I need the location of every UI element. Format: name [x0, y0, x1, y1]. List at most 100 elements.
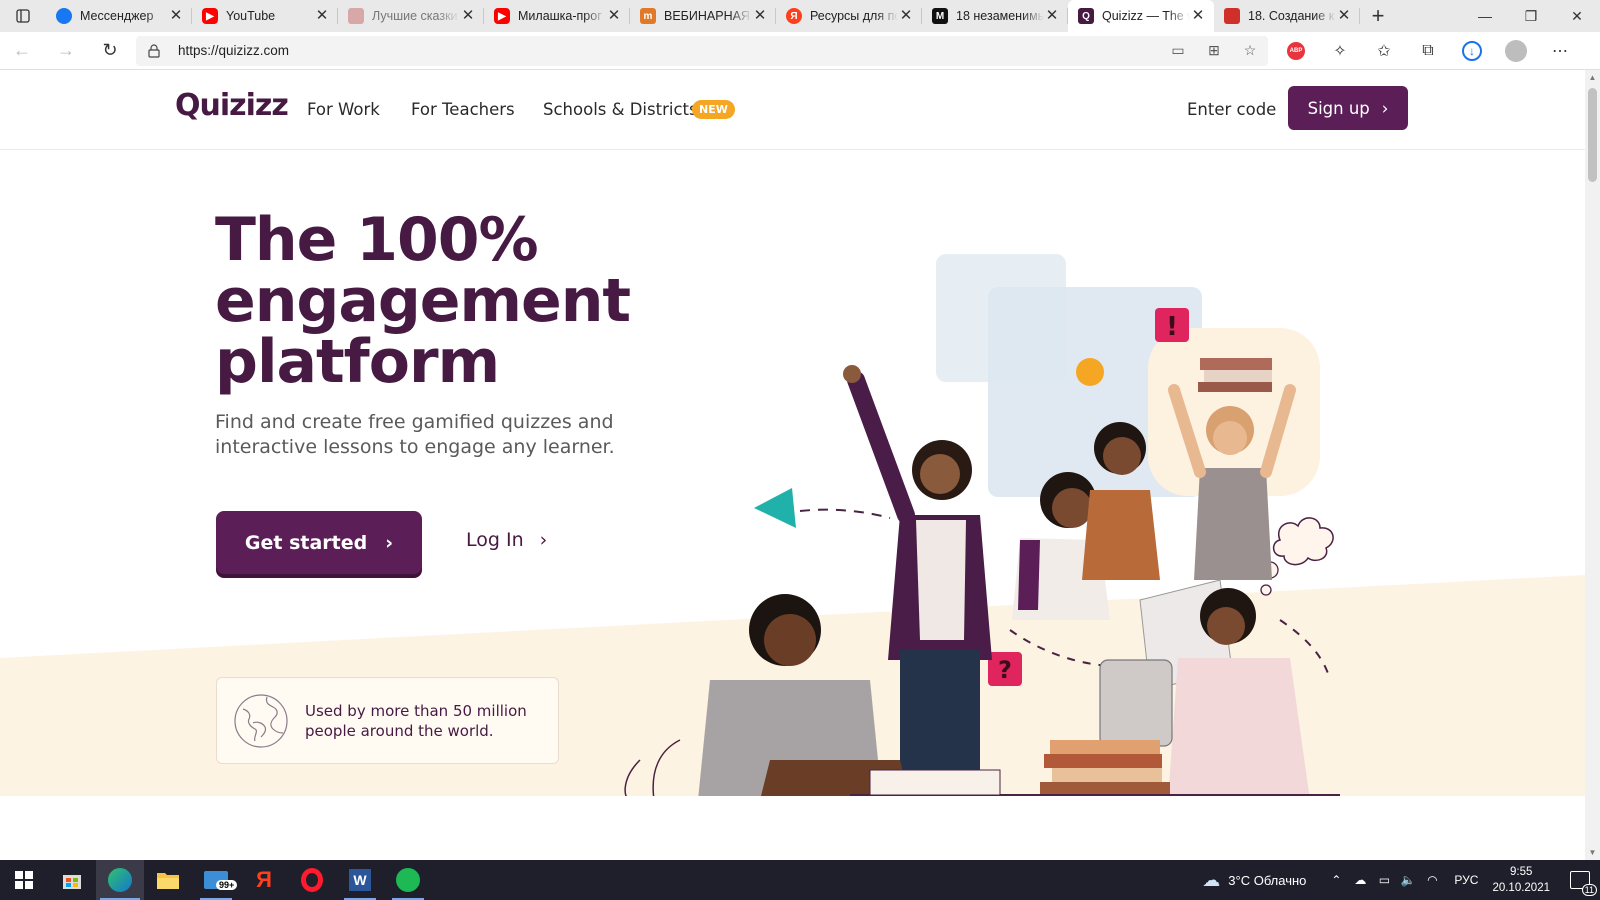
tab-title: Мессенджер — [80, 9, 154, 23]
adblock-button[interactable]: ABP — [1274, 32, 1318, 70]
chevron-up-icon[interactable]: ⌃ — [1324, 873, 1348, 887]
hero-title: The 100% engagement platform — [215, 205, 631, 397]
close-icon[interactable]: ✕ — [606, 8, 622, 24]
start-button[interactable] — [0, 860, 48, 900]
tab-title: Милашка-прог — [518, 9, 602, 23]
nav-schools-districts[interactable]: Schools & Districts — [543, 100, 698, 119]
taskbar-spotify[interactable] — [384, 860, 432, 900]
add-favorite-icon[interactable]: ☆ — [1232, 42, 1268, 59]
browser-tab-active[interactable]: Q Quizizz — The w ✕ — [1068, 0, 1214, 32]
restore-button[interactable]: ❐ — [1508, 0, 1554, 32]
chevron-right-icon: › — [539, 529, 548, 551]
close-icon[interactable]: ✕ — [1044, 8, 1060, 24]
close-icon[interactable]: ✕ — [752, 8, 768, 24]
log-in-link[interactable]: Log In › — [466, 529, 547, 551]
get-started-button[interactable]: Get started › — [216, 511, 422, 574]
browser-tab[interactable]: ▶ YouTube ✕ — [192, 0, 338, 32]
settings-menu-button[interactable]: ⋯ — [1538, 32, 1582, 70]
explorer-icon — [157, 873, 179, 889]
browser-tab[interactable]: Мессенджер ✕ — [46, 0, 192, 32]
taskbar-store[interactable] — [48, 860, 96, 900]
window-controls: — ❐ ✕ — [1462, 0, 1600, 32]
download-icon: ↓ — [1462, 40, 1482, 61]
browser-tab[interactable]: Лучшие сказки ✕ — [338, 0, 484, 32]
close-icon[interactable]: ✕ — [1336, 8, 1352, 24]
enter-code-link[interactable]: Enter code — [1187, 100, 1276, 119]
battery-icon[interactable]: ▭ — [1372, 873, 1396, 887]
taskbar-word[interactable]: W — [336, 860, 384, 900]
yandex-browser-icon: Я — [256, 867, 272, 892]
close-icon[interactable]: ✕ — [314, 8, 330, 24]
refresh-button[interactable]: ↻ — [88, 32, 132, 70]
profile-button[interactable] — [1494, 32, 1538, 70]
close-icon[interactable]: ✕ — [460, 8, 476, 24]
address-bar[interactable]: https://quizizz.com ▭ ⊞ ☆ — [136, 35, 1268, 66]
edge-icon — [108, 868, 132, 892]
apps-icon[interactable]: ⊞ — [1196, 42, 1232, 59]
extensions-button[interactable]: ✧ — [1318, 32, 1362, 70]
onedrive-icon[interactable]: ☁ — [1348, 873, 1372, 887]
close-icon[interactable]: ✕ — [1190, 8, 1206, 24]
browser-tab[interactable]: m ВЕБИНАРНАЯ К ✕ — [630, 0, 776, 32]
scrollbar-thumb[interactable] — [1588, 88, 1597, 182]
minimize-button[interactable]: — — [1462, 0, 1508, 32]
back-button[interactable]: ← — [0, 32, 44, 70]
url-text[interactable]: https://quizizz.com — [178, 43, 1160, 58]
tab-title: Ресурсы для по — [810, 9, 898, 23]
mail-badge: 99+ — [216, 880, 238, 890]
plus-icon: + — [1371, 3, 1385, 28]
tab-actions-button[interactable] — [0, 0, 46, 32]
avatar — [1505, 39, 1527, 62]
nav-for-teachers[interactable]: For Teachers — [411, 100, 515, 119]
usage-stat-text: Used by more than 50 million people arou… — [305, 701, 527, 740]
nav-for-work[interactable]: For Work — [307, 100, 380, 119]
pdf-icon — [1224, 8, 1240, 24]
clock[interactable]: 9:55 20.10.2021 — [1492, 864, 1550, 896]
favorites-button[interactable]: ✩ — [1362, 32, 1406, 70]
forward-button[interactable]: → — [44, 32, 88, 70]
browser-tab[interactable]: Я Ресурсы для по ✕ — [776, 0, 922, 32]
tab-title: 18 незаменимы — [956, 9, 1044, 23]
taskbar-mail[interactable]: 99+ — [192, 860, 240, 900]
new-badge: NEW — [692, 100, 735, 119]
sign-up-button[interactable]: Sign up › — [1288, 86, 1408, 130]
windows-taskbar: 99+ Я W ☁ 3°C Облачно ⌃ ☁ ▭ 🔈 ◠ РУС 9:55… — [0, 860, 1600, 900]
hero-subtitle: Find and create free gamified quizzes an… — [215, 411, 615, 458]
store-icon — [63, 875, 81, 889]
page-viewport: Quizizz For Work For Teachers Schools & … — [0, 70, 1585, 860]
arrow-left-icon: ← — [13, 40, 31, 60]
scroll-up-icon[interactable]: ▲ — [1585, 70, 1600, 85]
browser-toolbar: ← → ↻ https://quizizz.com ▭ ⊞ ☆ ABP ✧ ✩ … — [0, 32, 1600, 70]
new-tab-button[interactable]: + — [1360, 0, 1396, 32]
taskbar-yandex-browser[interactable]: Я — [240, 860, 288, 900]
taskbar-explorer[interactable] — [144, 860, 192, 900]
close-icon[interactable]: ✕ — [168, 8, 184, 24]
globe-icon — [234, 693, 288, 748]
browser-tab[interactable]: 18. Создание к ✕ — [1214, 0, 1360, 32]
downloads-button[interactable]: ↓ — [1450, 32, 1494, 70]
chevron-right-icon: › — [385, 531, 394, 554]
wifi-icon[interactable]: ◠ — [1420, 873, 1444, 887]
puzzle-icon: ✧ — [1333, 42, 1347, 60]
read-aloud-icon[interactable]: ▭ — [1160, 42, 1196, 59]
clock-time: 9:55 — [1510, 866, 1533, 878]
word-icon: W — [349, 869, 371, 891]
close-icon[interactable]: ✕ — [898, 8, 914, 24]
browser-tab[interactable]: ▶ Милашка-прог ✕ — [484, 0, 630, 32]
notification-icon: 11 — [1570, 871, 1597, 896]
browser-tab[interactable]: M 18 незаменимы ✕ — [922, 0, 1068, 32]
log-in-label: Log In — [466, 529, 524, 551]
language-indicator[interactable]: РУС — [1454, 873, 1478, 887]
taskbar-edge[interactable] — [96, 860, 144, 900]
notification-center-button[interactable]: 11 — [1560, 871, 1600, 896]
collections-button[interactable]: ⧉ — [1406, 32, 1450, 70]
scroll-down-icon[interactable]: ▼ — [1585, 845, 1600, 860]
taskbar-opera[interactable] — [288, 860, 336, 900]
close-window-button[interactable]: ✕ — [1554, 0, 1600, 32]
quizizz-logo[interactable]: Quizizz — [175, 88, 289, 123]
vertical-scrollbar[interactable]: ▲ ▼ — [1585, 70, 1600, 860]
close-icon: ✕ — [1571, 7, 1583, 24]
chevron-right-icon: › — [1381, 98, 1389, 118]
weather-widget[interactable]: ☁ 3°C Облачно — [1202, 870, 1306, 891]
volume-icon[interactable]: 🔈 — [1396, 873, 1420, 887]
